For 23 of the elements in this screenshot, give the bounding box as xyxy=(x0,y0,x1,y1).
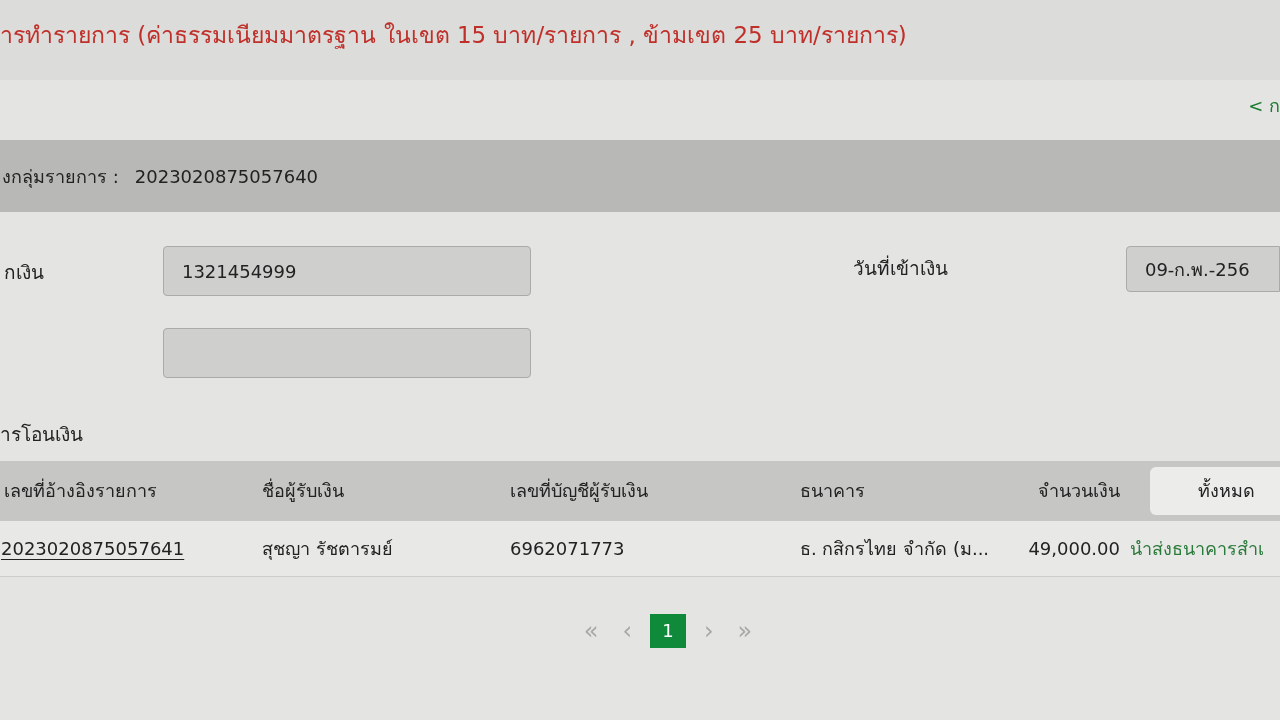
reference-link[interactable]: 2023020875057641 xyxy=(0,534,250,562)
section-title: ารโอนเงิน xyxy=(0,422,84,447)
table-cell-text: ธ. กสิกรไทย จำกัด (ม... xyxy=(799,536,991,561)
input-field[interactable] xyxy=(162,328,531,378)
group-label: งกลุ่มรายการ : xyxy=(2,164,119,190)
column-header: เลขที่บัญชีผู้รับเงิน xyxy=(509,477,649,504)
date-field[interactable]: 09-ก.พ.-256 xyxy=(1125,246,1280,292)
date-label: วันที่เข้าเงิน xyxy=(852,254,948,281)
status-filter[interactable]: ทั้งหมด xyxy=(1150,466,1280,515)
status-text: นำส่งธนาคารสำเ xyxy=(1130,536,1264,561)
fee-notice: ารทำรายการ (ค่าธรรมเนียมมาตรฐาน ในเขต 15 บาท/รายการ , ข้ามเขต 25 บาท/รายการ) xyxy=(0,20,907,51)
page-button[interactable]: 1 xyxy=(650,613,686,648)
account-label: กเงิน xyxy=(3,260,45,285)
column-header: ธนาคาร xyxy=(799,479,866,503)
column-header: เลขที่อ้างอิงรายการ xyxy=(3,477,158,503)
table-cell-text: 6962071773 xyxy=(509,536,626,561)
column-header: ชื่อผู้รับเงิน xyxy=(261,477,345,504)
group-id: 2023020875057640 xyxy=(134,164,319,189)
column-header: จำนวนเงิน xyxy=(1037,479,1121,503)
table-cell-text: สุชญา รัชตารมย์ xyxy=(261,536,394,562)
account-field[interactable]: 1321454999 xyxy=(162,246,531,296)
table-cell-text: 49,000.00 xyxy=(1027,536,1121,561)
back-link[interactable]: < ก xyxy=(1248,91,1280,119)
